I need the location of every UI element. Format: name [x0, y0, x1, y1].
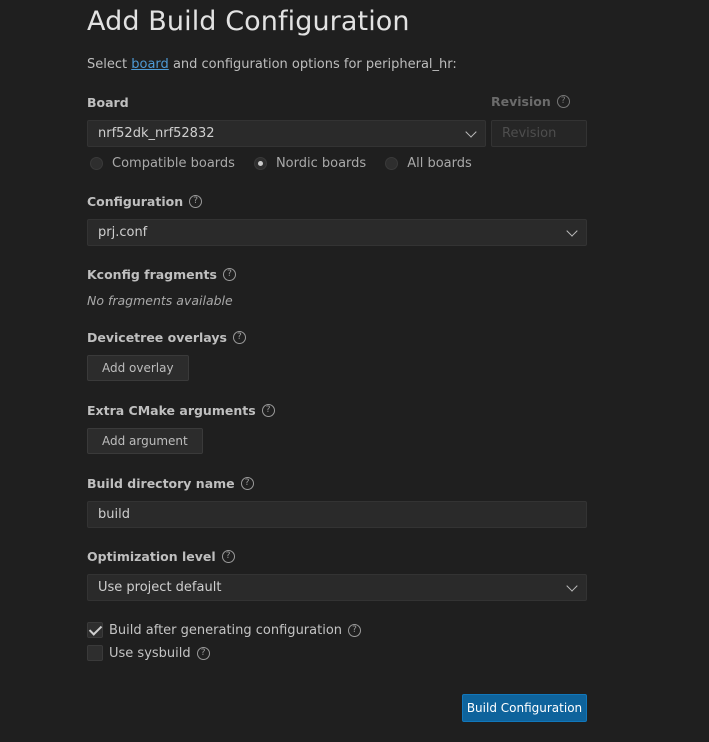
kconfig-empty-text: No fragments available: [87, 293, 233, 308]
radio-icon: [385, 157, 399, 170]
devicetree-label-text: Devicetree overlays: [87, 330, 227, 345]
chevron-down-icon: [566, 579, 578, 592]
build-after-option[interactable]: Build after generating configuration ?: [87, 622, 362, 638]
build-dir-label: Build directory name ?: [87, 476, 254, 491]
subtitle-suffix: and configuration options for peripheral…: [172, 57, 457, 72]
optimization-label: Optimization level ?: [87, 549, 235, 564]
devicetree-label: Devicetree overlays ?: [87, 330, 246, 345]
sysbuild-checkbox[interactable]: [87, 645, 103, 661]
board-label-text: Board: [87, 95, 129, 110]
cmake-label-text: Extra CMake arguments: [87, 403, 256, 418]
configuration-select[interactable]: prj.conf: [87, 219, 587, 246]
board-select[interactable]: nrf52dk_nrf52832: [87, 120, 486, 147]
page-subtitle: Select board and configuration options f…: [87, 57, 457, 72]
kconfig-label: Kconfig fragments ?: [87, 267, 236, 282]
build-dir-label-text: Build directory name: [87, 476, 235, 491]
help-icon[interactable]: ?: [261, 404, 275, 417]
revision-placeholder: Revision: [502, 126, 557, 141]
radio-label: Nordic boards: [275, 156, 367, 171]
revision-label: Revision ?: [491, 94, 570, 109]
board-select-value: nrf52dk_nrf52832: [98, 126, 215, 141]
revision-select[interactable]: Revision: [491, 120, 587, 147]
add-overlay-button[interactable]: Add overlay: [87, 355, 189, 381]
build-configuration-button[interactable]: Build Configuration: [462, 694, 587, 722]
radio-label: All boards: [407, 156, 472, 171]
help-icon[interactable]: ?: [348, 623, 362, 637]
kconfig-label-text: Kconfig fragments: [87, 267, 217, 282]
configuration-select-value: prj.conf: [98, 225, 148, 240]
radio-selected-icon: [253, 157, 267, 170]
build-after-checkbox[interactable]: [87, 622, 103, 638]
help-icon[interactable]: ?: [196, 646, 210, 660]
optimization-select-value: Use project default: [98, 580, 222, 595]
build-dir-input[interactable]: build: [87, 501, 587, 528]
page-title: Add Build Configuration: [87, 6, 410, 37]
configuration-label: Configuration ?: [87, 194, 203, 209]
chevron-down-icon: [566, 224, 578, 237]
board-filter-radios: Compatible boards Nordic boards All boar…: [90, 156, 491, 171]
sysbuild-label: Use sysbuild: [109, 645, 191, 661]
cmake-label: Extra CMake arguments ?: [87, 403, 275, 418]
radio-label: Compatible boards: [112, 156, 235, 171]
radio-icon: [90, 157, 103, 170]
revision-label-text: Revision: [491, 94, 551, 109]
optimization-label-text: Optimization level: [87, 549, 216, 564]
help-icon[interactable]: ?: [240, 477, 254, 490]
sysbuild-option[interactable]: Use sysbuild ?: [87, 645, 210, 661]
chevron-down-icon: [465, 125, 477, 138]
optimization-select[interactable]: Use project default: [87, 574, 587, 601]
help-icon[interactable]: ?: [232, 331, 246, 344]
radio-all-boards[interactable]: All boards: [385, 156, 472, 171]
board-label: Board: [87, 95, 129, 110]
board-link[interactable]: board: [131, 57, 169, 72]
help-icon[interactable]: ?: [189, 195, 203, 208]
build-dir-value: build: [98, 507, 130, 522]
help-icon[interactable]: ?: [221, 550, 235, 563]
subtitle-prefix: Select: [87, 57, 128, 72]
radio-nordic-boards[interactable]: Nordic boards: [253, 156, 367, 171]
help-icon[interactable]: ?: [222, 268, 236, 281]
build-after-label: Build after generating configuration: [109, 622, 343, 638]
help-icon[interactable]: ?: [556, 95, 570, 108]
add-argument-button[interactable]: Add argument: [87, 428, 203, 454]
configuration-label-text: Configuration: [87, 194, 184, 209]
radio-compatible-boards[interactable]: Compatible boards: [90, 156, 235, 171]
